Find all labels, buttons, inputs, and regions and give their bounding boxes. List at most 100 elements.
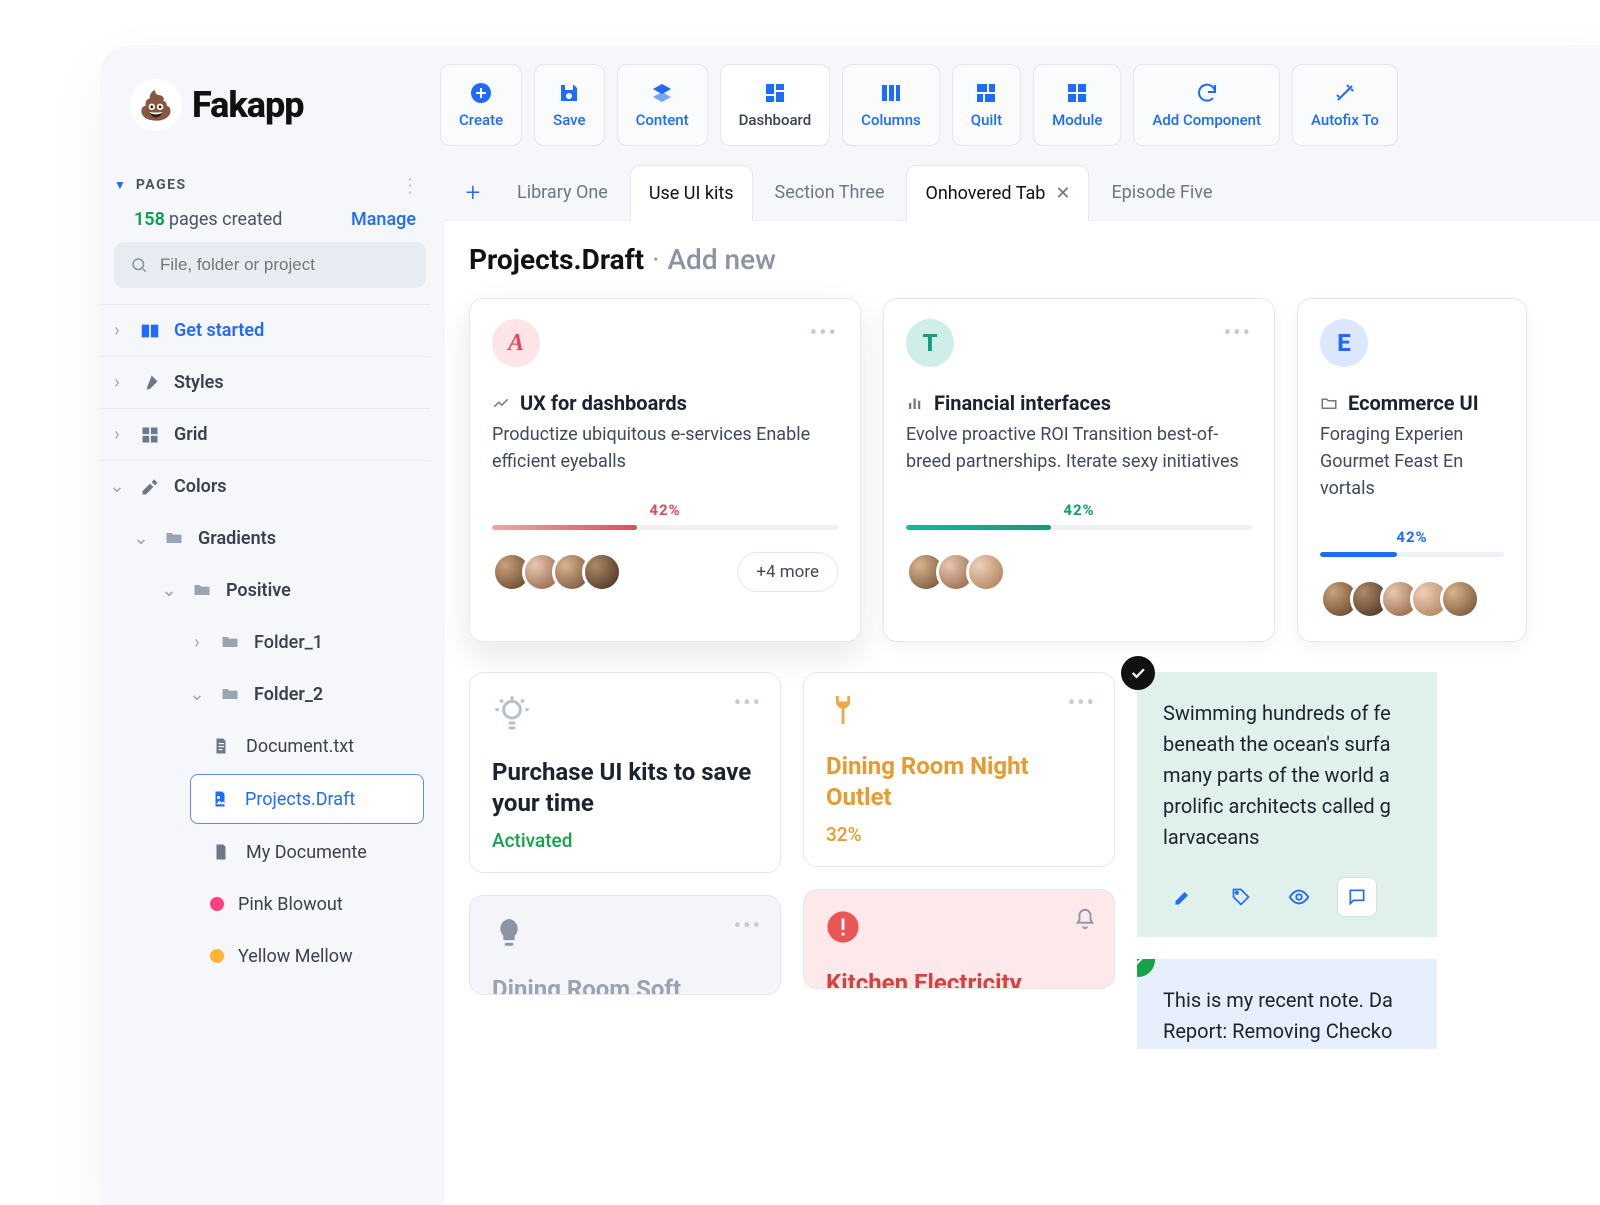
save-button[interactable]: Save bbox=[534, 64, 604, 146]
sidebar-item-get-started[interactable]: › Get started bbox=[100, 304, 430, 356]
file-projects-draft[interactable]: Projects.Draft bbox=[190, 774, 424, 824]
chevron-down-icon: ⌄ bbox=[108, 476, 126, 497]
chevron-right-icon: › bbox=[108, 372, 126, 393]
save-icon bbox=[557, 81, 581, 105]
sidebar-item-folder1[interactable]: › Folder_1 bbox=[100, 616, 430, 668]
sidebar-item-grid[interactable]: › Grid bbox=[100, 408, 430, 460]
dashboard-icon bbox=[763, 81, 787, 105]
avatar-stack: +4 more bbox=[492, 552, 838, 592]
pages-header[interactable]: ▼ PAGES ⋮ bbox=[100, 165, 430, 205]
avatar bbox=[1440, 579, 1480, 619]
add-tab-button[interactable]: + bbox=[451, 171, 495, 215]
lightbulb-solid-icon bbox=[492, 916, 758, 956]
tab-library-one[interactable]: Library One bbox=[499, 165, 626, 221]
autofix-button[interactable]: Autofix To bbox=[1292, 64, 1398, 146]
project-card-e[interactable]: E Ecommerce UI Foraging Experien Gourmet… bbox=[1297, 298, 1527, 642]
tab-onhovered[interactable]: Onhovered Tab ✕ bbox=[906, 165, 1089, 221]
sidebar: ▼ PAGES ⋮ 158 pages created Manage › Get… bbox=[100, 165, 445, 1205]
dashboard-button[interactable]: Dashboard bbox=[720, 64, 831, 146]
widget-purchase-kits[interactable]: ••• Purchase UI kits to save your time A… bbox=[469, 672, 781, 873]
sidebar-search[interactable] bbox=[114, 242, 426, 288]
folder-icon bbox=[162, 528, 186, 548]
sidebar-item-positive[interactable]: ⌄ Positive bbox=[100, 564, 430, 616]
wand-icon bbox=[1333, 81, 1357, 105]
add-component-button[interactable]: Add Component bbox=[1133, 64, 1280, 146]
pages-subheader: 158 pages created Manage bbox=[100, 205, 430, 242]
file-document-txt[interactable]: Document.txt bbox=[100, 720, 430, 772]
tab-bar: + Library One Use UI kits Section Three … bbox=[445, 165, 1600, 221]
edit-button[interactable] bbox=[1163, 877, 1203, 917]
note-text: This is my recent note. Da Report: Remov… bbox=[1163, 985, 1411, 1047]
more-icon[interactable]: ⋮ bbox=[400, 173, 420, 197]
close-icon[interactable]: ✕ bbox=[1055, 183, 1070, 204]
quilt-icon bbox=[974, 81, 998, 105]
widget-kitchen-electricity[interactable]: Kitchen Electricity bbox=[803, 889, 1115, 989]
chevron-right-icon: › bbox=[108, 320, 126, 341]
progress-bar: 42% bbox=[492, 501, 838, 530]
card-menu-button[interactable]: ••• bbox=[1224, 321, 1252, 346]
columns-button[interactable]: Columns bbox=[842, 64, 940, 146]
more-avatars-button[interactable]: +4 more bbox=[737, 552, 838, 592]
app-header: 💩 Fakapp Create Save Content bbox=[100, 45, 1600, 165]
lightbulb-icon bbox=[492, 693, 758, 739]
avatar-stack bbox=[1320, 579, 1504, 619]
view-button[interactable] bbox=[1279, 877, 1319, 917]
layers-icon bbox=[650, 81, 674, 105]
logo-emoji: 💩 bbox=[130, 79, 182, 131]
tab-episode-five[interactable]: Episode Five bbox=[1093, 165, 1230, 221]
columns-icon bbox=[879, 81, 903, 105]
note-text: Swimming hundreds of fe beneath the ocea… bbox=[1163, 698, 1411, 853]
tab-use-ui-kits[interactable]: Use UI kits bbox=[630, 165, 753, 221]
trend-icon bbox=[492, 394, 510, 412]
bar-chart-icon bbox=[906, 394, 924, 412]
progress-bar: 42% bbox=[906, 501, 1252, 530]
comment-button[interactable] bbox=[1337, 877, 1377, 917]
folder-icon bbox=[190, 580, 214, 600]
widget-dining-soft[interactable]: ••• Dining Room Soft bbox=[469, 895, 781, 995]
card-menu-button[interactable]: ••• bbox=[734, 914, 762, 939]
pages-created-text: pages created bbox=[169, 209, 283, 230]
content-button[interactable]: Content bbox=[617, 64, 708, 146]
tag-button[interactable] bbox=[1221, 877, 1261, 917]
pages-count: 158 bbox=[134, 209, 165, 230]
plus-circle-icon bbox=[469, 81, 493, 105]
folder-icon bbox=[218, 684, 242, 704]
swatch-yellow-mellow[interactable]: Yellow Mellow bbox=[100, 930, 430, 982]
sidebar-item-styles[interactable]: › Styles bbox=[100, 356, 430, 408]
eyedropper-icon bbox=[138, 477, 162, 497]
card-menu-button[interactable]: ••• bbox=[1068, 691, 1096, 716]
bell-icon[interactable] bbox=[1074, 908, 1096, 934]
project-badge: T bbox=[906, 319, 954, 367]
quilt-button[interactable]: Quilt bbox=[952, 64, 1021, 146]
chevron-right-icon: › bbox=[108, 424, 126, 445]
file-my-documente[interactable]: My Documente bbox=[100, 826, 430, 878]
manage-link[interactable]: Manage bbox=[351, 209, 416, 230]
swatch-pink-blowout[interactable]: Pink Blowout bbox=[100, 878, 430, 930]
tab-section-three[interactable]: Section Three bbox=[757, 165, 903, 221]
pages-label: PAGES bbox=[136, 177, 187, 193]
create-button[interactable]: Create bbox=[440, 64, 522, 146]
brush-icon bbox=[138, 373, 162, 393]
chevron-down-icon: ⌄ bbox=[188, 684, 206, 705]
sidebar-item-gradients[interactable]: ⌄ Gradients bbox=[100, 512, 430, 564]
module-button[interactable]: Module bbox=[1033, 64, 1121, 146]
color-swatch-icon bbox=[210, 949, 224, 963]
project-card-t[interactable]: T ••• Financial interfaces Evolve proact… bbox=[883, 298, 1275, 642]
add-new-link[interactable]: Add new bbox=[667, 243, 775, 276]
project-card-a[interactable]: A ••• UX for dashboards Productize ubiqu… bbox=[469, 298, 861, 642]
search-input[interactable] bbox=[160, 255, 410, 275]
caret-down-icon: ▼ bbox=[114, 178, 126, 192]
avatar bbox=[966, 552, 1006, 592]
sidebar-item-colors[interactable]: ⌄ Colors bbox=[100, 460, 430, 512]
widget-dining-outlet[interactable]: ••• Dining Room Night Outlet 32% bbox=[803, 672, 1115, 867]
main: + Library One Use UI kits Section Three … bbox=[445, 165, 1600, 1205]
card-menu-button[interactable]: ••• bbox=[810, 321, 838, 346]
sidebar-item-folder2[interactable]: ⌄ Folder_2 bbox=[100, 668, 430, 720]
note-blue[interactable]: This is my recent note. Da Report: Remov… bbox=[1137, 959, 1437, 1049]
check-circle-icon bbox=[1121, 656, 1155, 690]
card-menu-button[interactable]: ••• bbox=[734, 691, 762, 716]
grid-icon bbox=[138, 425, 162, 445]
note-green[interactable]: Swimming hundreds of fe beneath the ocea… bbox=[1137, 672, 1437, 937]
book-icon bbox=[138, 320, 162, 342]
alert-icon bbox=[826, 910, 1092, 950]
